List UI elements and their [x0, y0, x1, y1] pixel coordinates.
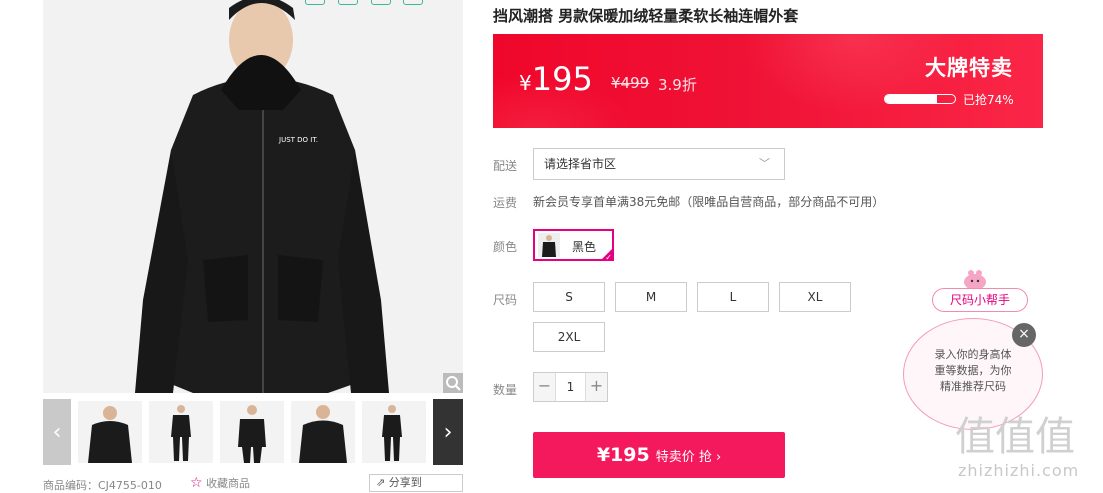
quantity-stepper: − 1 + [533, 372, 608, 402]
close-icon[interactable]: × [1012, 323, 1036, 347]
share-button[interactable]: ⇗ 分享到 [369, 474, 463, 492]
favorite-label: 收藏商品 [206, 477, 251, 490]
quantity-plus-button[interactable]: + [585, 373, 607, 401]
image-tool-icons [305, 0, 435, 6]
chevron-right-icon: › [443, 419, 453, 445]
thumbnail-3[interactable] [220, 401, 284, 463]
sold-progress-fill [885, 95, 937, 103]
thumbnail-5[interactable] [362, 401, 426, 463]
tool-icon-2[interactable] [338, 0, 358, 5]
size-option-xl[interactable]: XL [779, 282, 851, 312]
currency-symbol: ¥ [519, 71, 532, 95]
buy-button-price: ¥195 [596, 444, 650, 466]
helper-text-line3: 精准推荐尺码 [940, 380, 1006, 393]
size-option-l[interactable]: L [697, 282, 769, 312]
shipping-label: 运费 [493, 196, 518, 210]
zoom-icon[interactable] [443, 373, 463, 393]
thumbnail-2[interactable] [149, 401, 213, 463]
share-label: 分享到 [388, 476, 422, 489]
hoodie-model-image: JUST DO IT. [43, 0, 463, 393]
tool-icon-3[interactable] [371, 0, 391, 5]
color-option-black[interactable]: 黑色 ✓ [533, 229, 614, 262]
delivery-label: 配送 [493, 159, 518, 173]
region-select-value: 请选择省市区 [544, 157, 617, 171]
quantity-label: 数量 [493, 383, 518, 397]
region-select[interactable]: 请选择省市区 ﹀ [533, 148, 785, 180]
chevron-left-icon: ‹ [52, 419, 62, 445]
tool-icon-4[interactable] [403, 0, 423, 5]
watermark-logo: 值值值 [955, 414, 1075, 460]
sold-percent: 已抢74% [963, 93, 1014, 107]
quantity-minus-button[interactable]: − [534, 373, 556, 401]
just-do-it-logo: JUST DO IT. [278, 136, 318, 144]
thumbnail-4[interactable] [291, 401, 355, 463]
size-helper-button[interactable]: 尺码小帮手 [932, 288, 1028, 312]
sold-progress-bar [884, 94, 956, 104]
shipping-info: 新会员专享首单满38元免邮（限唯品自营商品，部分商品不可用） [533, 195, 885, 209]
sale-price-value: 195 [531, 60, 593, 98]
brand-sale-label: 大牌特卖 [925, 56, 1013, 80]
size-label: 尺码 [493, 293, 518, 307]
tool-icon-1[interactable] [305, 0, 325, 5]
sale-banner: ¥195 ¥499 3.9折 大牌特卖 已抢74% [493, 34, 1043, 128]
chevron-down-icon: ﹀ [759, 157, 770, 170]
buy-button-label: 特卖价 抢 › [655, 449, 722, 465]
thumbnail-1[interactable] [78, 401, 142, 463]
quantity-input[interactable]: 1 [556, 373, 585, 401]
watermark-url: zhizhizhi.com [958, 461, 1080, 480]
check-icon: ✓ [605, 253, 612, 262]
product-main-image[interactable]: JUST DO IT. [43, 0, 463, 393]
thumbnail-strip: ‹ › [43, 399, 463, 465]
thumb-prev-button[interactable]: ‹ [43, 399, 71, 465]
discount-label: 3.9折 [658, 76, 697, 94]
sale-price: ¥195 [519, 60, 593, 98]
size-option-m[interactable]: M [615, 282, 687, 312]
color-swatch-image [538, 233, 560, 257]
size-option-2xl[interactable]: 2XL [533, 322, 605, 352]
helper-text-line1: 录入你的身高体 [934, 348, 1012, 361]
product-title: 挡风潮搭 男款保暖加绒轻量柔软长袖连帽外套 [493, 7, 799, 25]
buy-button[interactable]: ¥195 特卖价 抢 › [533, 432, 785, 478]
product-code: 商品编码：CJ4755-010 [43, 479, 162, 492]
share-icon: ⇗ [376, 476, 386, 489]
mascot-icon [962, 268, 988, 290]
color-label: 颜色 [493, 240, 518, 254]
size-option-s[interactable]: S [533, 282, 605, 312]
thumb-next-button[interactable]: › [433, 399, 463, 465]
original-price: ¥499 [611, 74, 650, 92]
helper-text-line2: 重等数据，为你 [934, 364, 1012, 377]
color-option-label: 黑色 [572, 240, 597, 254]
